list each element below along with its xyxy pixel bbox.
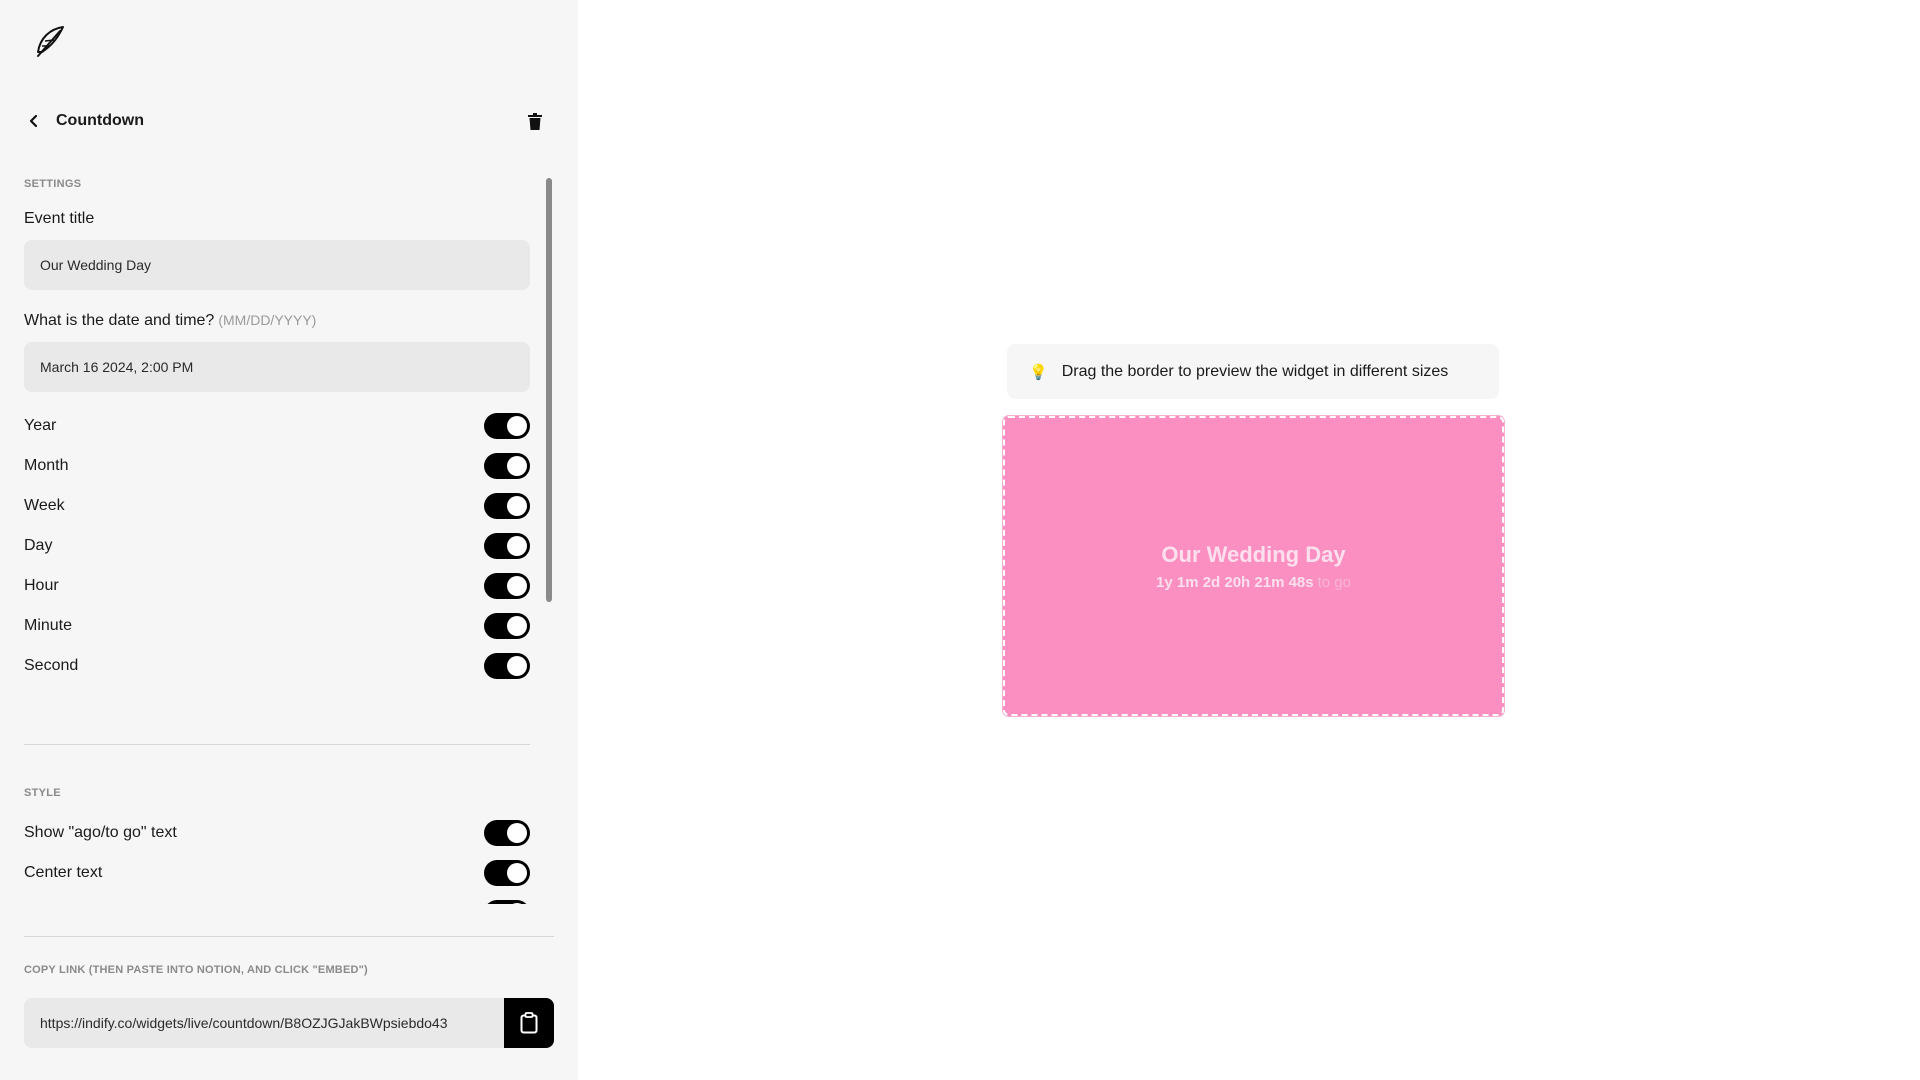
- toggle-label-year: Year: [24, 417, 57, 434]
- toggle-knob: [507, 536, 527, 556]
- toggle-knob: [507, 903, 527, 904]
- toggle-center-text[interactable]: [484, 860, 530, 886]
- delete-button[interactable]: [520, 106, 550, 136]
- toggle-minute[interactable]: [484, 613, 530, 639]
- section-divider: [24, 744, 530, 745]
- toggle-row-month: Month: [24, 446, 530, 486]
- toggle-row-minute: Minute: [24, 606, 530, 646]
- toggle-label-hour: Hour: [24, 577, 59, 594]
- toggle-knob: [507, 863, 527, 883]
- page-title: Countdown: [56, 112, 144, 129]
- toggle-row-hour: Hour: [24, 566, 530, 606]
- sidebar: Countdown SETTINGS Event title What is t…: [0, 0, 578, 1080]
- countdown-widget-preview[interactable]: Our Wedding Day 1y 1m 2d 20h 21m 48s to g…: [1003, 416, 1504, 716]
- widget-countdown-suffix: to go: [1317, 573, 1351, 591]
- toggle-year[interactable]: [484, 413, 530, 439]
- toggle-knob: [507, 456, 527, 476]
- sidebar-scrollbar[interactable]: [546, 178, 552, 602]
- toggle-label-day: Day: [24, 537, 53, 554]
- copy-link-box: [24, 998, 554, 1048]
- toggle-row-week: Week: [24, 486, 530, 526]
- event-title-input[interactable]: [24, 240, 530, 290]
- lightbulb-icon: 💡: [1029, 363, 1048, 381]
- event-title-label: Event title: [24, 210, 95, 227]
- copy-divider: [24, 936, 554, 937]
- toggle-hour[interactable]: [484, 573, 530, 599]
- date-time-input[interactable]: [24, 342, 530, 392]
- trash-icon: [528, 112, 542, 130]
- toggle-month[interactable]: [484, 453, 530, 479]
- toggle-knob: [507, 616, 527, 636]
- settings-scroll-area[interactable]: SETTINGS Event title What is the date an…: [24, 174, 530, 904]
- back-button[interactable]: [20, 107, 48, 135]
- toggle-knob: [507, 823, 527, 843]
- toggle-knob: [507, 576, 527, 596]
- unit-toggles: Year Month Week Day Hour Minute Second: [24, 406, 530, 686]
- chevron-left-icon: [29, 114, 38, 128]
- feather-icon[interactable]: [30, 24, 66, 62]
- toggle-row-year: Year: [24, 406, 530, 446]
- toggle-label-ago-text: Show "ago/to go" text: [24, 824, 177, 841]
- toggle-knob: [507, 496, 527, 516]
- date-label-row: What is the date and time? (MM/DD/YYYY): [24, 312, 530, 330]
- widget-title: Our Wedding Day: [1161, 541, 1346, 567]
- settings-section-label: SETTINGS: [24, 178, 82, 190]
- toggle-label-second: Second: [24, 657, 79, 674]
- toggle-row-day: Day: [24, 526, 530, 566]
- toggle-knob: [507, 656, 527, 676]
- preview-hint: 💡 Drag the border to preview the widget …: [1007, 344, 1499, 399]
- widget-countdown-row: 1y 1m 2d 20h 21m 48s to go: [1156, 574, 1351, 591]
- date-label: What is the date and time?: [24, 312, 215, 329]
- toggle-label-minute: Minute: [24, 617, 73, 634]
- style-section-label: STYLE: [24, 787, 61, 799]
- toggle-week[interactable]: [484, 493, 530, 519]
- clipboard-icon: [520, 1012, 538, 1034]
- toggle-row-second: Second: [24, 646, 530, 686]
- toggle-row-ago-text: Show "ago/to go" text: [24, 813, 530, 853]
- toggle-row-center-text: Center text: [24, 853, 530, 893]
- toggle-label-week: Week: [24, 497, 65, 514]
- sidebar-header: Countdown: [20, 104, 550, 138]
- toggle-label-center-text: Center text: [24, 864, 103, 881]
- copy-link-label: COPY LINK (THEN PASTE INTO NOTION, AND C…: [24, 964, 368, 976]
- toggle-row-clipped: [24, 893, 530, 904]
- widget-countdown-value: 1y 1m 2d 20h 21m 48s: [1156, 573, 1314, 591]
- copy-link-button[interactable]: [504, 998, 554, 1048]
- toggle-label-month: Month: [24, 457, 69, 474]
- toggle-ago-text[interactable]: [484, 820, 530, 846]
- embed-link-input[interactable]: [24, 998, 504, 1048]
- preview-hint-text: Drag the border to preview the widget in…: [1061, 362, 1449, 380]
- event-title-label-row: Event title: [24, 210, 530, 228]
- toggle-second[interactable]: [484, 653, 530, 679]
- date-format-hint: (MM/DD/YYYY): [218, 312, 317, 328]
- toggle-knob: [507, 416, 527, 436]
- toggle-clipped[interactable]: [484, 900, 530, 904]
- toggle-day[interactable]: [484, 533, 530, 559]
- style-toggles: Show "ago/to go" text Center text: [24, 813, 530, 904]
